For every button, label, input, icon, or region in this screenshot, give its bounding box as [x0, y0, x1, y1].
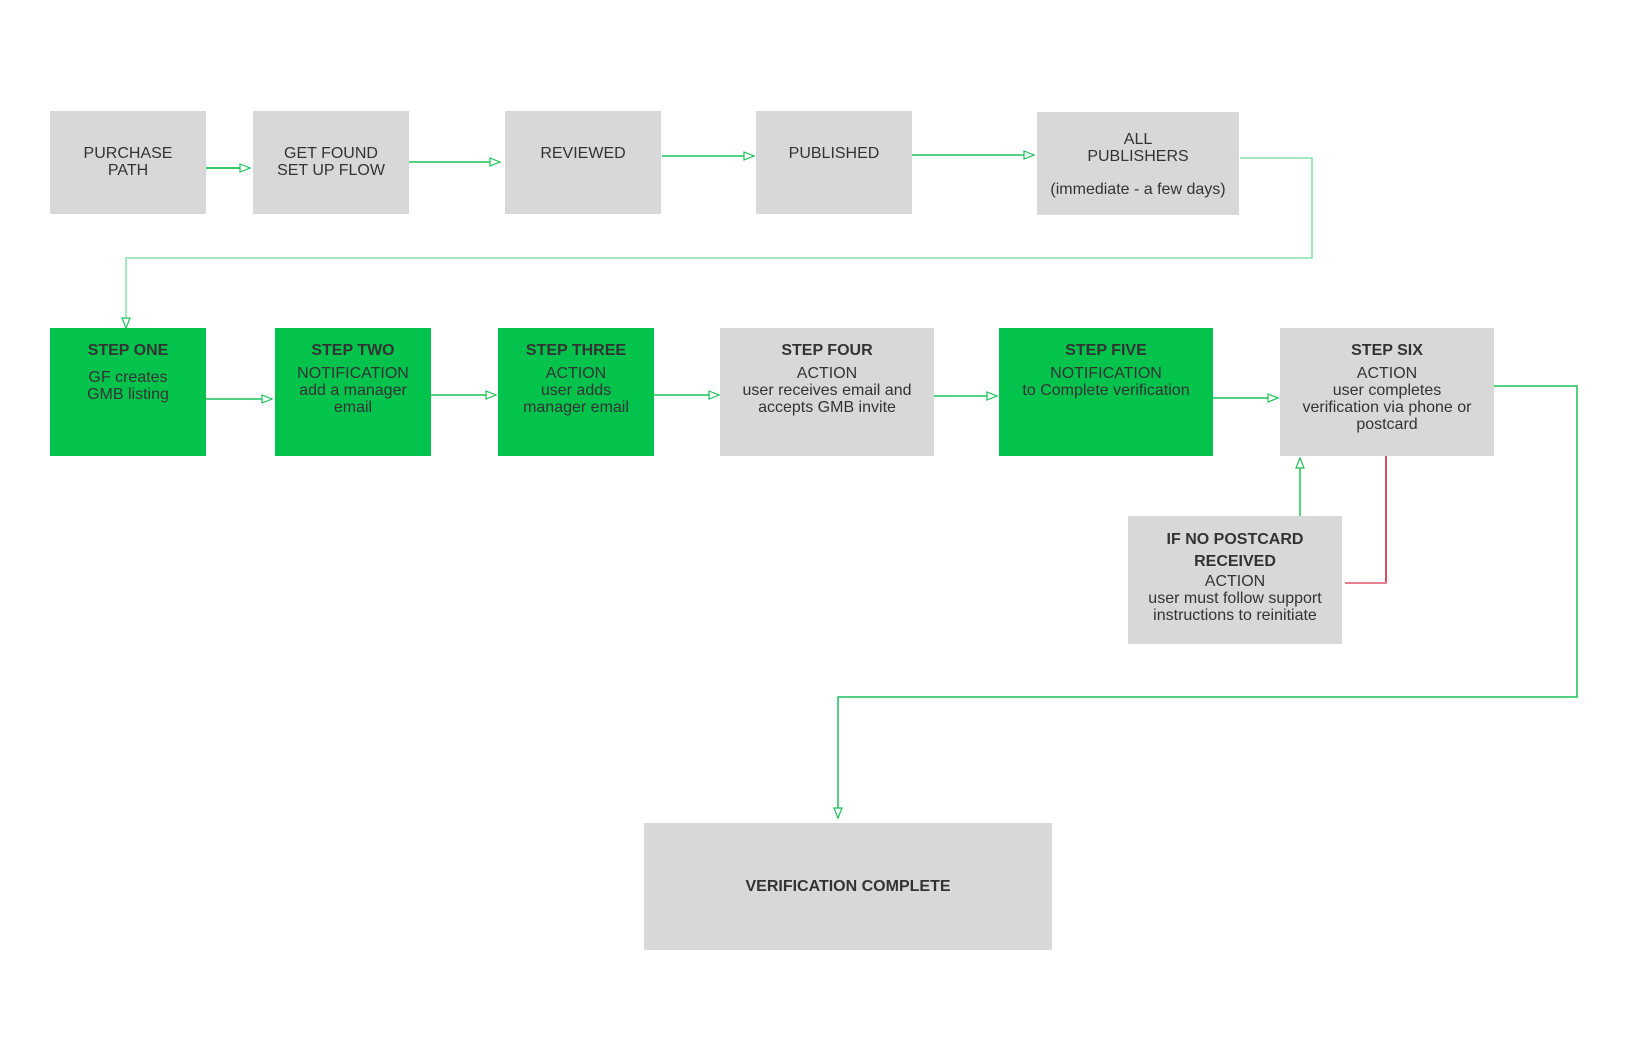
verification-complete-title: VERIFICATION COMPLETE: [745, 877, 951, 895]
node-step-four: STEP FOUR ACTION user receives email and…: [720, 328, 934, 456]
no-postcard-line: ACTION: [1204, 573, 1266, 590]
flow-diagram: PURCHASE PATH GET FOUND SET UP FLOW REVI…: [0, 0, 1628, 1041]
step-line: add a manager: [299, 382, 407, 399]
step-line: GMB listing: [87, 386, 169, 403]
no-postcard-title: RECEIVED: [1194, 553, 1276, 570]
node-label: PURCHASE: [83, 145, 173, 162]
node-label: PUBLISHED: [788, 145, 880, 162]
node-step-three: STEP THREE ACTION user adds manager emai…: [498, 328, 654, 456]
node-note: (immediate - a few days): [1050, 181, 1226, 198]
step-line: manager email: [523, 399, 629, 416]
step-line: to Complete verification: [1022, 382, 1190, 399]
node-label: ALL: [1123, 131, 1153, 148]
no-postcard-title: IF NO POSTCARD: [1166, 531, 1304, 548]
step-title: STEP SIX: [1351, 342, 1423, 359]
step-line: ACTION: [545, 365, 607, 382]
node-label: PATH: [107, 162, 149, 179]
step-line: NOTIFICATION: [297, 365, 409, 382]
node-get-found-setup: GET FOUND SET UP FLOW: [253, 111, 409, 214]
step-line: email: [333, 399, 373, 416]
node-step-one: STEP ONE GF creates GMB listing: [50, 328, 206, 456]
node-step-five: STEP FIVE NOTIFICATION to Complete verif…: [999, 328, 1213, 456]
node-step-six: STEP SIX ACTION user completes verificat…: [1280, 328, 1494, 456]
node-no-postcard: IF NO POSTCARD RECEIVED ACTION user must…: [1128, 516, 1342, 644]
node-step-two: STEP TWO NOTIFICATION add a manager emai…: [275, 328, 431, 456]
node-label: SET UP FLOW: [277, 162, 385, 179]
node-verification-complete: VERIFICATION COMPLETE: [644, 823, 1052, 950]
step-line: ACTION: [796, 365, 858, 382]
step-line: user receives email and: [742, 382, 912, 399]
step-title: STEP THREE: [525, 342, 627, 359]
step-line: GF creates: [88, 369, 168, 386]
step-title: STEP TWO: [311, 342, 395, 359]
node-label: PUBLISHERS: [1087, 148, 1189, 165]
no-postcard-line: instructions to reinitiate: [1153, 607, 1317, 624]
node-purchase-path: PURCHASE PATH: [50, 111, 206, 214]
step-title: STEP FIVE: [1065, 342, 1147, 359]
step-line: NOTIFICATION: [1050, 365, 1162, 382]
node-reviewed: REVIEWED: [505, 111, 661, 214]
step-line: accepts GMB invite: [758, 399, 896, 416]
step-title: STEP ONE: [87, 342, 169, 359]
step-line: verification via phone or: [1302, 399, 1472, 416]
node-label: REVIEWED: [540, 145, 626, 162]
step-title: STEP FOUR: [781, 342, 873, 359]
step-line: user completes: [1332, 382, 1442, 399]
step-line: ACTION: [1356, 365, 1418, 382]
node-published: PUBLISHED: [756, 111, 912, 214]
step-line: user adds: [540, 382, 612, 399]
no-postcard-line: user must follow support: [1148, 590, 1322, 607]
node-label: GET FOUND: [284, 145, 378, 162]
step-line: postcard: [1356, 416, 1418, 433]
node-all-publishers: ALL PUBLISHERS (immediate - a few days): [1037, 112, 1239, 215]
